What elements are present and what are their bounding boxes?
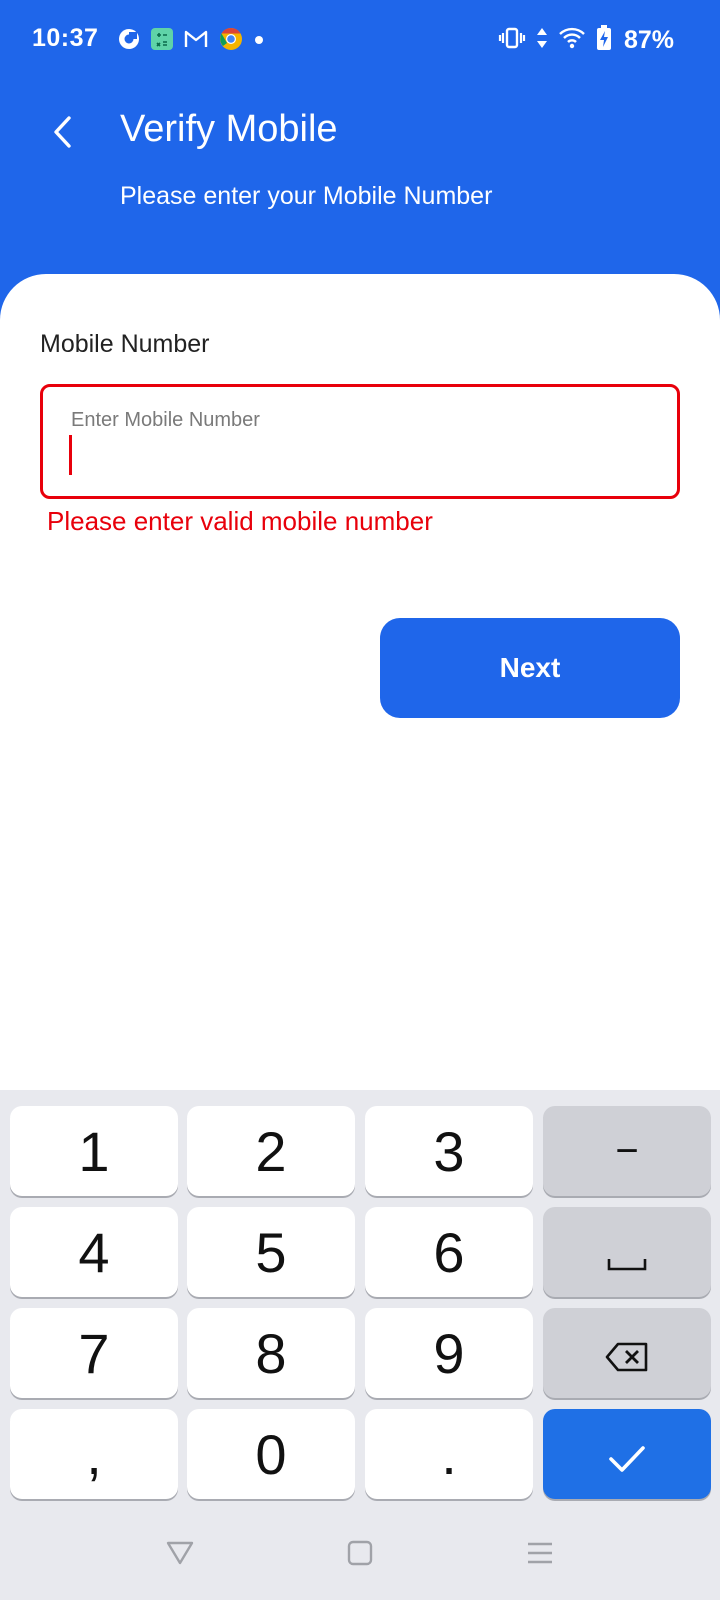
backspace-icon [604, 1321, 650, 1386]
key-space[interactable] [543, 1207, 711, 1297]
key-done[interactable] [543, 1409, 711, 1499]
key-6[interactable]: 6 [365, 1207, 533, 1297]
mobile-number-input[interactable]: Enter Mobile Number [40, 384, 680, 499]
key-9[interactable]: 9 [365, 1308, 533, 1398]
key-2[interactable]: 2 [187, 1106, 355, 1196]
back-button[interactable] [40, 112, 84, 156]
error-message: Please enter valid mobile number [47, 506, 433, 536]
wifi-icon [558, 27, 586, 54]
page-title: Verify Mobile [120, 108, 338, 150]
page-subtitle: Please enter your Mobile Number [120, 182, 493, 210]
next-button[interactable]: Next [380, 618, 680, 718]
key-0[interactable]: 0 [187, 1409, 355, 1499]
text-caret [69, 435, 72, 475]
key-1[interactable]: 1 [10, 1106, 178, 1196]
nav-home-button[interactable] [335, 1530, 385, 1580]
battery-icon [596, 24, 612, 56]
space-icon [607, 1220, 647, 1285]
app-c-icon [118, 28, 140, 55]
key-comma[interactable]: , [10, 1409, 178, 1499]
status-bar: 10:37 87% [0, 0, 720, 80]
key-7[interactable]: 7 [10, 1308, 178, 1398]
nav-menu-button[interactable] [515, 1530, 565, 1580]
key-8[interactable]: 8 [187, 1308, 355, 1398]
key-5[interactable]: 5 [187, 1207, 355, 1297]
navigation-bar [0, 1510, 720, 1600]
menu-lines-icon [526, 1541, 554, 1570]
key-backspace[interactable] [543, 1308, 711, 1398]
nav-back-button[interactable] [155, 1530, 205, 1580]
mobile-number-label: Mobile Number [40, 330, 210, 358]
back-arrow-icon [51, 115, 73, 154]
triangle-back-icon [166, 1540, 194, 1571]
chrome-icon [219, 27, 243, 56]
system-icons: 87% [498, 24, 674, 56]
key-4[interactable]: 4 [10, 1207, 178, 1297]
checkmark-icon [607, 1422, 647, 1487]
square-home-icon [347, 1540, 373, 1571]
calculator-icon [151, 27, 173, 55]
notification-icons [118, 27, 264, 56]
key-minus[interactable]: − [543, 1106, 711, 1196]
dot-icon [254, 32, 264, 50]
input-placeholder: Enter Mobile Number [71, 409, 260, 431]
key-3[interactable]: 3 [365, 1106, 533, 1196]
gmail-icon [184, 29, 208, 54]
data-arrows-icon [536, 26, 548, 55]
battery-percentage: 87% [623, 25, 674, 54]
vibrate-icon [498, 26, 526, 55]
status-time: 10:37 [32, 24, 99, 52]
key-period[interactable]: . [365, 1409, 533, 1499]
